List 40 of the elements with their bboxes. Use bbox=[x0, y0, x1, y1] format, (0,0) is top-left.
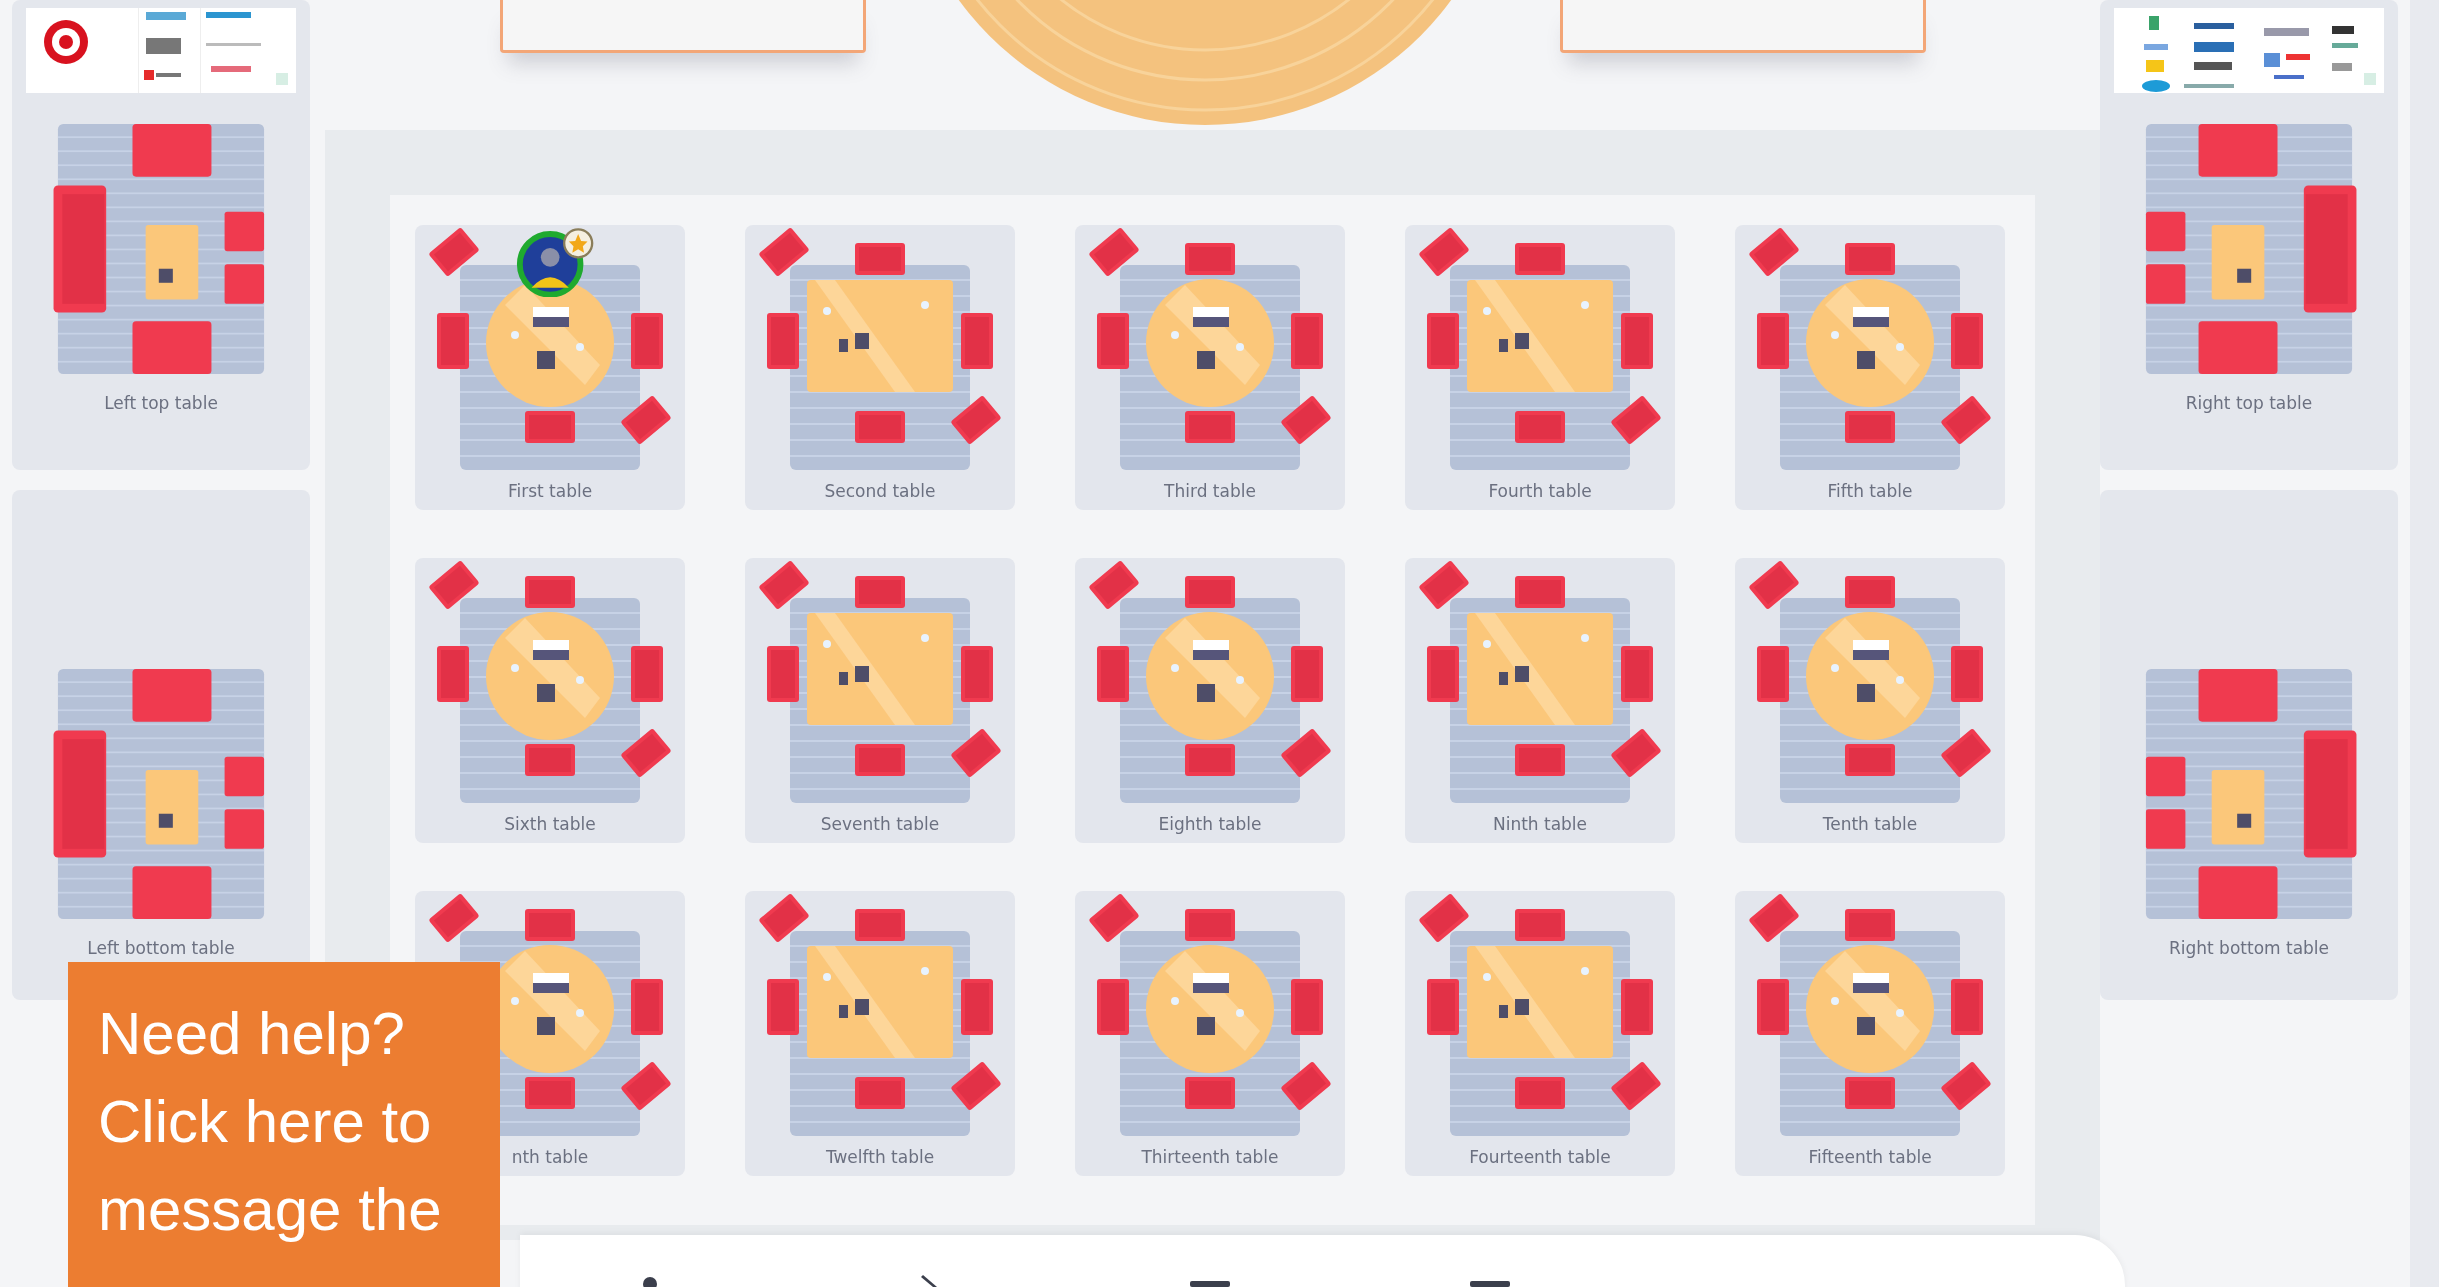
table-card[interactable]: Second table bbox=[745, 225, 1015, 510]
help-toast[interactable]: Need help? Click here to message the bbox=[68, 962, 500, 1287]
lounge-card[interactable]: Right bottom table bbox=[2100, 490, 2398, 1000]
table-label: Ninth table bbox=[1492, 814, 1588, 834]
table-card[interactable]: Fourth table bbox=[1405, 225, 1675, 510]
lounge-card[interactable]: Right top table bbox=[2100, 0, 2398, 470]
table-label: Right top table bbox=[2185, 393, 2313, 413]
table-label: Seventh table bbox=[820, 814, 940, 834]
table-label: Twelfth table bbox=[825, 1147, 935, 1167]
table-label: Fifth table bbox=[1827, 481, 1913, 501]
table-label: Fourteenth table bbox=[1469, 1147, 1611, 1167]
table-card[interactable]: Sixth table bbox=[415, 558, 685, 843]
lounge-card[interactable]: Left bottom table bbox=[12, 490, 310, 1000]
table-label: Fifteenth table bbox=[1808, 1147, 1932, 1167]
table-label: Left top table bbox=[104, 393, 218, 413]
sponsor-logo-wall[interactable] bbox=[2114, 8, 2384, 93]
table-card[interactable]: Fifth table bbox=[1735, 225, 2005, 510]
table-label: Tenth table bbox=[1822, 814, 1918, 834]
table-card[interactable]: Third table bbox=[1075, 225, 1345, 510]
table-card[interactable]: Ninth table bbox=[1405, 558, 1675, 843]
table-label: nth table bbox=[511, 1147, 589, 1167]
table-card[interactable]: Fourteenth table bbox=[1405, 891, 1675, 1176]
table-label: Left bottom table bbox=[87, 938, 235, 958]
table-label: Second table bbox=[824, 481, 936, 501]
table-label: Right bottom table bbox=[2168, 938, 2330, 958]
table-label: Third table bbox=[1164, 481, 1256, 501]
table-card[interactable]: Twelfth table bbox=[745, 891, 1015, 1176]
lounge-card[interactable]: Left top table bbox=[12, 0, 310, 470]
table-card[interactable]: First table bbox=[415, 225, 685, 510]
table-card[interactable]: Thirteenth table bbox=[1075, 891, 1345, 1176]
table-label: Eighth table bbox=[1158, 814, 1262, 834]
table-card[interactable]: Fifteenth table bbox=[1735, 891, 2005, 1176]
table-label: Sixth table bbox=[504, 814, 596, 834]
sponsor-logo-wall[interactable] bbox=[26, 8, 296, 93]
table-card[interactable]: Tenth table bbox=[1735, 558, 2005, 843]
table-label: Fourth table bbox=[1488, 481, 1592, 501]
table-card[interactable]: Eighth table bbox=[1075, 558, 1345, 843]
table-label: First table bbox=[507, 481, 593, 501]
table-card[interactable]: Seventh table bbox=[745, 558, 1015, 843]
table-label: Thirteenth table bbox=[1141, 1147, 1279, 1167]
